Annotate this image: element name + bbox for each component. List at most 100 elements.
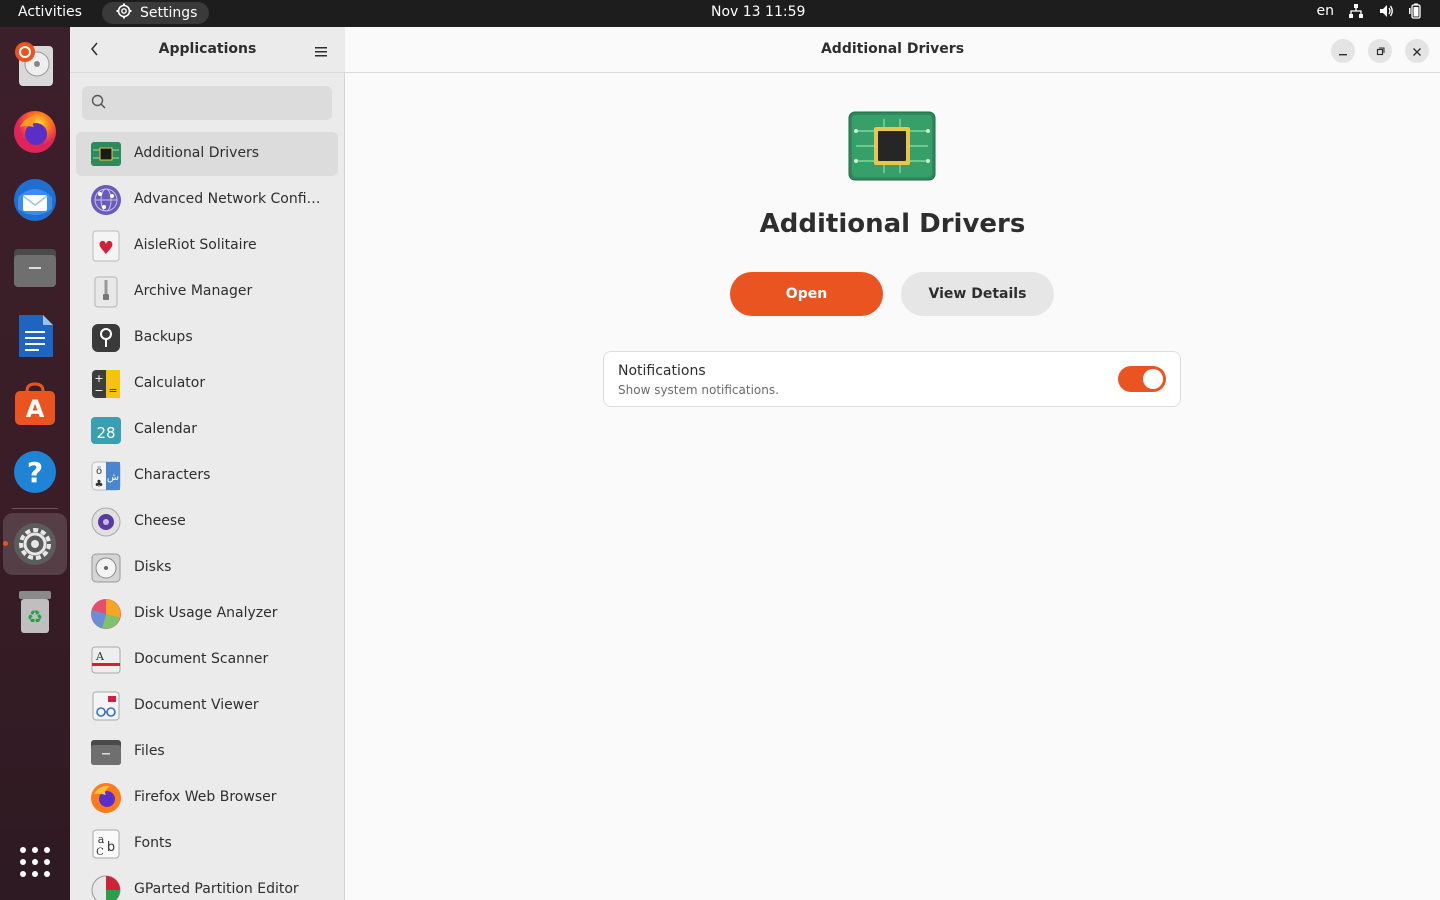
app-list-item-label: Firefox Web Browser — [134, 789, 277, 805]
svg-text:C: C — [96, 847, 104, 858]
app-list-item-label: Cheese — [134, 513, 186, 529]
sidebar-title: Applications — [158, 41, 257, 57]
view-details-button[interactable]: View Details — [901, 272, 1054, 316]
svg-text:?: ? — [27, 456, 43, 489]
app-list: Additional Drivers Advanced Network Conf… — [76, 132, 338, 900]
cheese-icon — [90, 506, 122, 538]
app-list-item[interactable]: Cheese — [76, 500, 338, 544]
app-list-item[interactable]: Backups — [76, 316, 338, 360]
show-apps-icon[interactable] — [10, 837, 60, 887]
network-globe-icon — [90, 184, 122, 216]
minimize-button[interactable] — [1331, 39, 1355, 63]
archive-icon — [90, 276, 122, 308]
gparted-icon — [90, 874, 122, 900]
svg-text:ش: ش — [107, 472, 119, 483]
chip-icon — [848, 111, 936, 181]
app-list-item-label: Archive Manager — [134, 283, 253, 299]
svg-text:A: A — [26, 395, 45, 423]
svg-text:♣: ♣ — [95, 479, 104, 490]
close-button[interactable] — [1405, 39, 1429, 63]
svg-text:a: a — [98, 833, 105, 846]
libreoffice-writer-icon[interactable] — [10, 311, 60, 361]
help-icon[interactable]: ? — [10, 447, 60, 497]
app-list-item-label: Calculator — [134, 375, 206, 391]
ubuntu-installer-icon[interactable] — [10, 39, 60, 89]
calendar-icon: 28 — [90, 414, 122, 446]
calculator-icon: + − = — [90, 368, 122, 400]
open-button[interactable]: Open — [730, 272, 883, 316]
restore-icon — [1375, 42, 1385, 61]
app-list-item-label: Files — [134, 743, 165, 759]
app-list-item[interactable]: abC Fonts — [76, 822, 338, 866]
cards-icon: ♥ — [90, 230, 122, 262]
svg-text:♻: ♻ — [27, 607, 43, 628]
characters-icon: ö ♣ ش — [90, 460, 122, 492]
app-list-item[interactable]: ö ♣ ش Characters — [76, 454, 338, 498]
maximize-button[interactable] — [1368, 39, 1392, 63]
notifications-toggle[interactable] — [1118, 366, 1166, 392]
hamburger-menu-button[interactable] — [310, 40, 332, 62]
notifications-row: Notifications Show system notifications. — [603, 351, 1181, 407]
trash-icon[interactable]: ♻ — [10, 587, 60, 637]
app-list-item-label: Disks — [134, 559, 172, 575]
search-input[interactable] — [112, 86, 327, 120]
app-list-item[interactable]: + − = Calculator — [76, 362, 338, 406]
app-list-item-label: Advanced Network Configuration — [134, 191, 329, 207]
app-list-item-label: AisleRiot Solitaire — [134, 237, 257, 253]
firefox-icon — [90, 782, 122, 814]
files-icon — [90, 736, 122, 768]
firefox-icon[interactable] — [10, 107, 60, 157]
main-content: Additional Drivers Additional Drivers Op… — [345, 27, 1440, 900]
app-list-item-label: Document Scanner — [134, 651, 269, 667]
app-list-item[interactable]: Disks — [76, 546, 338, 590]
files-icon[interactable] — [10, 243, 60, 293]
search-icon — [91, 94, 107, 114]
system-tray[interactable]: en — [1317, 3, 1425, 19]
chip-icon — [90, 138, 122, 170]
app-list-item[interactable]: ♥ AisleRiot Solitaire — [76, 224, 338, 268]
top-bar: Activities Settings Nov 13 11:59 en — [0, 0, 1440, 27]
settings-icon[interactable] — [10, 519, 60, 569]
clock[interactable]: Nov 13 11:59 — [711, 4, 805, 20]
app-list-item[interactable]: Files — [76, 730, 338, 774]
app-list-item-label: Fonts — [134, 835, 172, 851]
svg-text:♥: ♥ — [98, 238, 114, 259]
app-list-item-label: Disk Usage Analyzer — [134, 605, 278, 621]
app-list-item[interactable]: Additional Drivers — [76, 132, 338, 176]
app-menu-label: Settings — [140, 5, 198, 21]
thunderbird-icon[interactable] — [10, 175, 60, 225]
settings-window: Applications Additional Drivers Advanced… — [70, 27, 1440, 900]
app-center-icon[interactable]: A — [10, 379, 60, 429]
page-title: Additional Drivers — [820, 41, 965, 57]
disks-icon — [90, 552, 122, 584]
app-list-item[interactable]: 28 Calendar — [76, 408, 338, 452]
app-list-item[interactable]: GParted Partition Editor — [76, 868, 338, 900]
search-box[interactable] — [82, 86, 332, 120]
activities-button[interactable]: Activities — [18, 4, 82, 20]
app-list-item[interactable]: Firefox Web Browser — [76, 776, 338, 820]
battery-icon[interactable] — [1408, 3, 1424, 19]
app-list-item-label: Backups — [134, 329, 193, 345]
app-list-item[interactable]: Archive Manager — [76, 270, 338, 314]
fonts-icon: abC — [90, 828, 122, 860]
svg-text:A: A — [95, 650, 105, 663]
sidebar: Applications Additional Drivers Advanced… — [70, 27, 345, 900]
keyboard-layout-indicator[interactable]: en — [1317, 3, 1335, 19]
app-list-item-label: GParted Partition Editor — [134, 881, 299, 897]
notifications-subtitle: Show system notifications. — [618, 383, 779, 397]
network-icon[interactable] — [1348, 3, 1364, 19]
dock-separator — [12, 508, 58, 509]
minimize-icon — [1338, 42, 1348, 61]
app-list-item[interactable]: Advanced Network Configuration — [76, 178, 338, 222]
app-list-item[interactable]: A Document Scanner — [76, 638, 338, 682]
svg-text:b: b — [107, 840, 115, 855]
volume-icon[interactable] — [1378, 3, 1394, 19]
app-name-heading: Additional Drivers — [759, 209, 1026, 239]
app-list-item[interactable]: Disk Usage Analyzer — [76, 592, 338, 636]
app-menu-button[interactable]: Settings — [102, 2, 209, 24]
app-list-item-label: Characters — [134, 467, 211, 483]
app-list-item[interactable]: Document Viewer — [76, 684, 338, 728]
toggle-knob — [1143, 369, 1163, 389]
app-list-item-label: Additional Drivers — [134, 145, 260, 161]
svg-text:28: 28 — [96, 424, 115, 442]
